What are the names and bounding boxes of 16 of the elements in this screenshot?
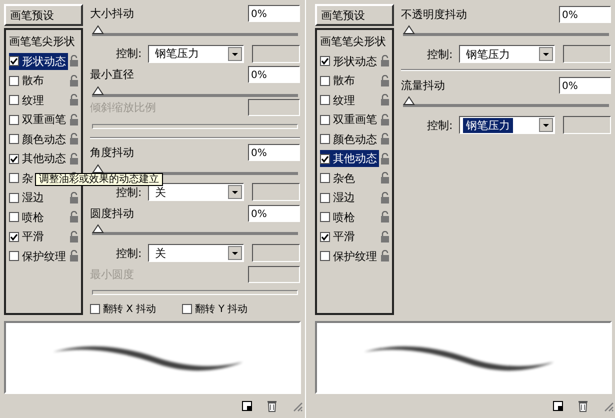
setting-label: 不透明度抖动 xyxy=(401,6,467,22)
setting-label: 最小直径 xyxy=(90,67,134,82)
checkbox-label: 翻转 X 抖动 xyxy=(103,302,156,316)
setting-label: 角度抖动 xyxy=(90,145,134,160)
setting-label: 圆度抖动 xyxy=(90,206,134,221)
setting-label: 最小圆度 xyxy=(90,266,134,282)
setting-label: 倾斜缩放比例 xyxy=(90,100,156,116)
setting-label: 大小抖动 xyxy=(90,6,134,22)
checkbox-label: 翻转 Y 抖动 xyxy=(195,302,248,316)
control-label: 控制: xyxy=(427,46,454,62)
control-label: 控制: xyxy=(116,184,143,200)
control-label: 控制: xyxy=(116,246,143,261)
tooltip: 调整油彩或效果的动态建立 xyxy=(35,173,163,186)
setting-label: 流量抖动 xyxy=(401,78,445,92)
control-label: 控制: xyxy=(427,118,454,132)
control-label: 控制: xyxy=(116,46,143,62)
